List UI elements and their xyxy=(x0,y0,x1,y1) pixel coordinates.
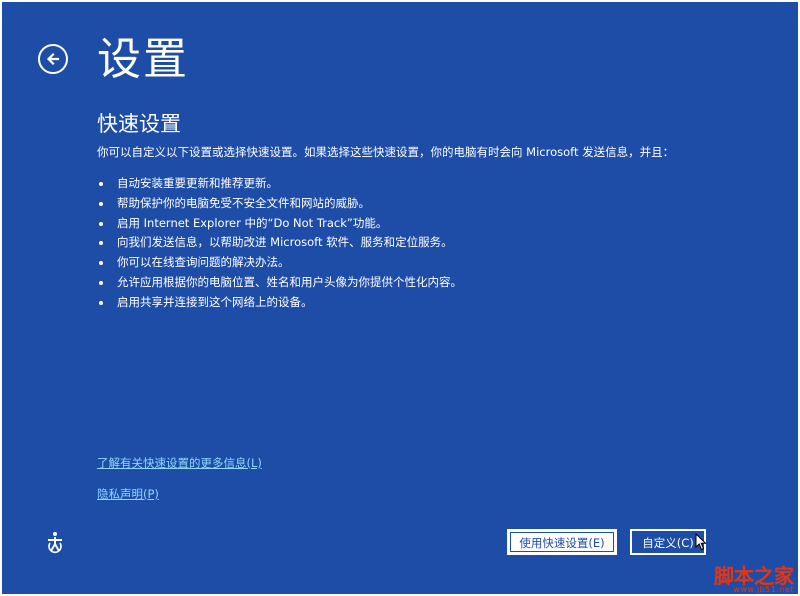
list-item: 启用共享并连接到这个网络上的设备。 xyxy=(97,293,462,313)
list-item: 帮助保护你的电脑免受不安全文件和网站的威胁。 xyxy=(97,194,462,214)
ease-of-access-icon[interactable] xyxy=(43,530,67,554)
privacy-statement-link[interactable]: 隐私声明(P) xyxy=(97,486,159,502)
express-settings-list: 自动安装重要更新和推荐更新。 帮助保护你的电脑免受不安全文件和网站的威胁。 启用… xyxy=(97,174,462,313)
page-title: 设置 xyxy=(97,34,189,85)
back-arrow-icon xyxy=(46,52,60,66)
list-item: 你可以在线查询问题的解决办法。 xyxy=(97,253,462,273)
list-item: 启用 Internet Explorer 中的“Do Not Track”功能。 xyxy=(97,214,462,234)
bullet-icon xyxy=(99,261,103,266)
mouse-cursor-icon xyxy=(695,533,707,551)
intro-text: 你可以自定义以下设置或选择快速设置。如果选择这些快速设置，你的电脑有时会向 Mi… xyxy=(97,145,675,159)
learn-more-link[interactable]: 了解有关快速设置的更多信息(L) xyxy=(97,455,262,471)
site-watermark: 脚本之家 www.jb51.net xyxy=(714,566,794,594)
list-item: 允许应用根据你的电脑位置、姓名和用户头像为你提供个性化内容。 xyxy=(97,273,462,293)
list-item: 自动安装重要更新和推荐更新。 xyxy=(97,174,462,194)
list-item: 向我们发送信息，以帮助改进 Microsoft 软件、服务和定位服务。 xyxy=(97,233,462,253)
bullet-icon xyxy=(99,182,103,186)
bullet-icon xyxy=(99,241,103,246)
bullet-icon xyxy=(99,300,103,305)
use-express-settings-button[interactable]: 使用快速设置(E) xyxy=(507,529,617,555)
bullet-icon xyxy=(99,280,103,285)
setup-screen: 设置 快速设置 你可以自定义以下设置或选择快速设置。如果选择这些快速设置，你的电… xyxy=(2,2,798,594)
bullet-icon xyxy=(99,221,103,226)
section-title: 快速设置 xyxy=(97,112,181,136)
bullet-icon xyxy=(99,201,103,206)
back-button[interactable] xyxy=(38,44,68,74)
watermark-logo-text: 脚本之家 xyxy=(714,564,794,588)
